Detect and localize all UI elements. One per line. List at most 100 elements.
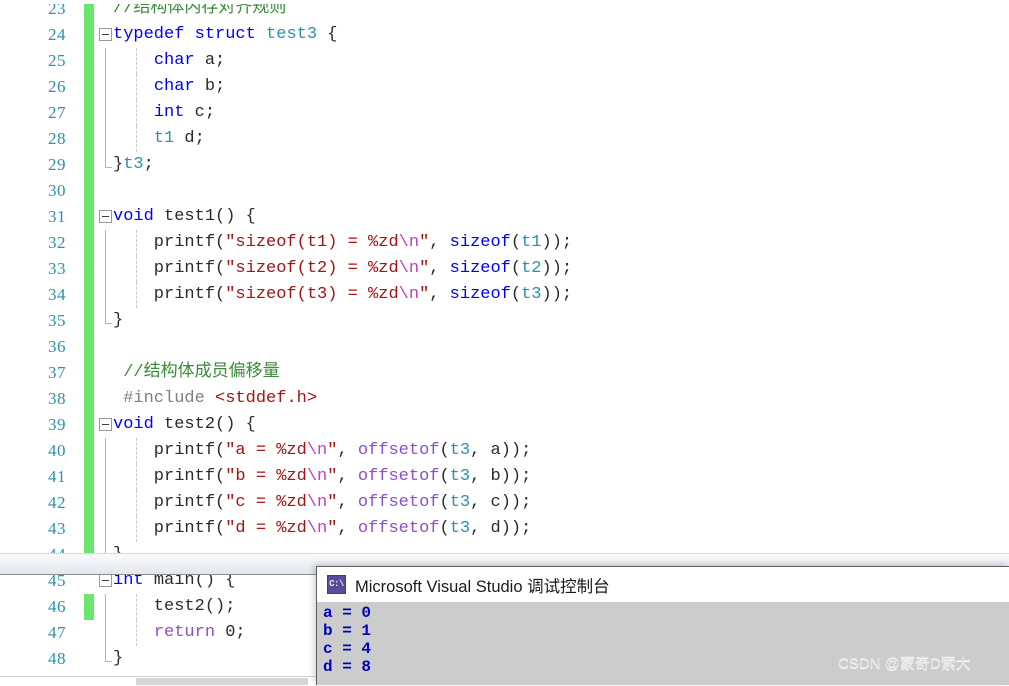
code-token: } bbox=[113, 311, 124, 330]
code-text: } bbox=[113, 308, 123, 334]
change-indicator-bar bbox=[84, 74, 94, 100]
console-app-icon-label: C:\ bbox=[329, 579, 344, 589]
code-token: , a)); bbox=[470, 441, 532, 460]
code-token: , bbox=[337, 441, 358, 460]
code-line[interactable]: 30 bbox=[0, 178, 1009, 204]
change-indicator-bar bbox=[84, 230, 94, 256]
code-line[interactable]: 25 char a; bbox=[0, 48, 1009, 74]
code-token: t1 bbox=[153, 129, 175, 148]
line-number: 47 bbox=[48, 623, 66, 642]
code-token: t3 bbox=[449, 467, 471, 486]
collapse-region-icon[interactable] bbox=[99, 574, 112, 587]
code-token: sizeof bbox=[449, 259, 511, 278]
code-token: , d)); bbox=[470, 519, 532, 538]
code-text: typedef struct test3 { bbox=[113, 22, 337, 48]
code-token: c; bbox=[184, 103, 216, 122]
code-token: ; bbox=[143, 155, 154, 174]
change-indicator-bar bbox=[84, 620, 94, 646]
code-line[interactable]: 31 void test1() { bbox=[0, 204, 1009, 230]
fold-region-rail bbox=[105, 48, 106, 74]
change-indicator-bar bbox=[84, 412, 94, 438]
code-line[interactable]: 38 #include <stddef.h> bbox=[0, 386, 1009, 412]
code-line[interactable]: 32 printf("sizeof(t1) = %zd\n", sizeof(t… bbox=[0, 230, 1009, 256]
collapse-region-icon[interactable] bbox=[99, 210, 112, 223]
collapse-region-icon[interactable] bbox=[99, 418, 112, 431]
line-number: 28 bbox=[48, 129, 66, 148]
code-line[interactable]: 43 printf("d = %zd\n", offsetof(t3, d)); bbox=[0, 516, 1009, 542]
code-token: offsetof bbox=[357, 467, 440, 486]
fold-region-rail bbox=[105, 646, 112, 662]
code-line[interactable]: 42 printf("c = %zd\n", offsetof(t3, c)); bbox=[0, 490, 1009, 516]
fold-region-rail bbox=[105, 464, 106, 490]
code-line[interactable]: 26 char b; bbox=[0, 74, 1009, 100]
editor-bottom-scroll-thumb[interactable] bbox=[136, 678, 308, 685]
code-token: void bbox=[113, 415, 154, 434]
fold-region-rail bbox=[105, 516, 106, 542]
console-output-area[interactable]: a = 0b = 1c = 4d = 8 bbox=[317, 602, 1009, 685]
change-indicator-bar bbox=[84, 204, 94, 230]
code-line[interactable]: 41 printf("b = %zd\n", offsetof(t3, b)); bbox=[0, 464, 1009, 490]
code-token: \n bbox=[398, 233, 420, 252]
fold-region-rail bbox=[105, 438, 106, 464]
line-number: 24 bbox=[48, 25, 66, 44]
code-text: printf("b = %zd\n", offsetof(t3, b)); bbox=[113, 464, 532, 490]
code-token: , bbox=[429, 285, 450, 304]
code-token: t3 bbox=[449, 441, 471, 460]
code-token: #include bbox=[113, 389, 205, 408]
code-token: d; bbox=[174, 129, 205, 148]
line-number: 26 bbox=[48, 77, 66, 96]
change-indicator-bar bbox=[84, 178, 94, 204]
code-token: printf( bbox=[113, 441, 226, 460]
code-token: a; bbox=[194, 51, 226, 70]
code-token: ( bbox=[510, 285, 522, 304]
code-line[interactable]: 40 printf("a = %zd\n", offsetof(t3, a)); bbox=[0, 438, 1009, 464]
code-token: "sizeof(t2) = %zd bbox=[225, 259, 399, 278]
code-text: return 0; bbox=[113, 620, 246, 646]
code-line[interactable]: 33 printf("sizeof(t2) = %zd\n", sizeof(t… bbox=[0, 256, 1009, 282]
code-line[interactable]: 34 printf("sizeof(t3) = %zd\n", sizeof(t… bbox=[0, 282, 1009, 308]
code-token: , bbox=[429, 259, 450, 278]
code-token: , c)); bbox=[470, 493, 532, 512]
code-token: "d = %zd bbox=[225, 519, 307, 538]
console-title-bar[interactable]: C:\ Microsoft Visual Studio 调试控制台 bbox=[317, 567, 1009, 602]
code-token: )); bbox=[541, 285, 573, 304]
code-token: " bbox=[419, 285, 430, 304]
code-token: " bbox=[327, 493, 338, 512]
code-line[interactable]: 29}t3; bbox=[0, 152, 1009, 178]
code-line[interactable]: 27 int c; bbox=[0, 100, 1009, 126]
fold-region-rail bbox=[105, 74, 106, 100]
change-indicator-bar bbox=[84, 386, 94, 412]
code-token: ( bbox=[439, 519, 450, 538]
code-token: } bbox=[113, 649, 124, 668]
code-token: printf( bbox=[113, 467, 226, 486]
fold-region-rail bbox=[105, 256, 106, 282]
change-indicator-bar bbox=[84, 48, 94, 74]
code-token: ( bbox=[439, 493, 450, 512]
code-token: , bbox=[337, 493, 358, 512]
line-number: 38 bbox=[48, 389, 66, 408]
code-line[interactable]: 37 //结构体成员偏移量 bbox=[0, 360, 1009, 386]
collapse-region-icon[interactable] bbox=[99, 28, 112, 41]
line-number: 30 bbox=[48, 181, 66, 200]
code-line[interactable]: 39 void test2() { bbox=[0, 412, 1009, 438]
code-token: t2 bbox=[521, 259, 542, 278]
debug-console-window[interactable]: C:\ Microsoft Visual Studio 调试控制台 a = 0b… bbox=[316, 566, 1009, 685]
line-number: 35 bbox=[48, 311, 66, 330]
code-token: char bbox=[153, 51, 195, 70]
fold-region-rail bbox=[105, 282, 106, 308]
code-token: typedef bbox=[113, 25, 185, 44]
code-text: printf("d = %zd\n", offsetof(t3, d)); bbox=[113, 516, 532, 542]
code-line[interactable]: 24 typedef struct test3 { bbox=[0, 22, 1009, 48]
code-token: \n bbox=[306, 519, 328, 538]
code-token: void bbox=[113, 207, 154, 226]
code-token: "c = %zd bbox=[225, 493, 307, 512]
change-indicator-bar bbox=[84, 438, 94, 464]
code-line[interactable]: 35} bbox=[0, 308, 1009, 334]
code-line[interactable]: 36 bbox=[0, 334, 1009, 360]
line-number: 29 bbox=[48, 155, 66, 174]
change-indicator-bar bbox=[84, 100, 94, 126]
code-text: test2(); bbox=[113, 594, 236, 620]
code-line[interactable]: 28 t1 d; bbox=[0, 126, 1009, 152]
